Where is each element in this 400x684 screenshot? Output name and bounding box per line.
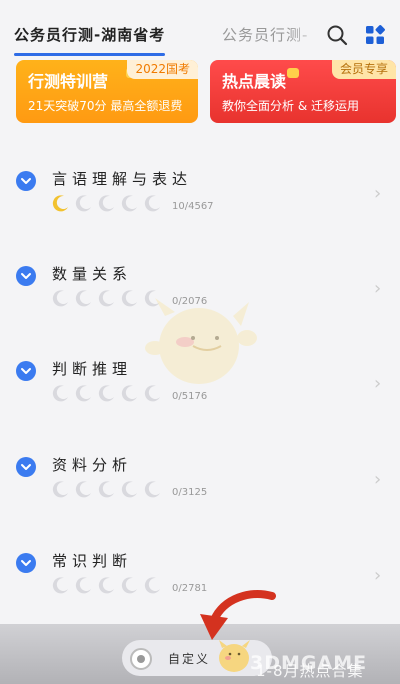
moon-icon	[98, 481, 114, 498]
moon-icon	[121, 195, 137, 212]
banner-tag: 会员专享	[331, 60, 396, 79]
tab-fade	[290, 18, 324, 46]
moon-icon	[75, 385, 91, 402]
banner-subtitle: 教你全面分析 & 迁移运用	[222, 99, 359, 113]
chapter-title: 判断推理	[52, 360, 133, 378]
moon-icon	[98, 577, 114, 594]
chapter-row[interactable]: 资料分析 0/3125 ›	[0, 451, 400, 511]
moon-icon	[98, 385, 114, 402]
chevron-right-icon[interactable]: ›	[374, 183, 381, 204]
tab-hunan-exam[interactable]: 公务员行测-湖南省考	[14, 24, 166, 56]
moon-icon	[75, 481, 91, 498]
chevron-right-icon[interactable]: ›	[374, 469, 381, 490]
expand-button[interactable]	[16, 553, 36, 573]
chevron-down-icon	[21, 464, 31, 470]
moon-icon	[144, 481, 160, 498]
moon-icon	[98, 290, 114, 307]
mascot-illustration	[145, 298, 257, 384]
red-arrow-annotation	[200, 590, 276, 640]
moon-icon	[121, 385, 137, 402]
chapter-title: 言语理解与表达	[52, 170, 193, 188]
chapter-title: 数量关系	[52, 265, 133, 283]
moon-icon	[75, 290, 91, 307]
moon-icon	[52, 577, 68, 594]
watermark-logo: 3DMGAME	[250, 652, 368, 674]
progress-count: 0/5176	[172, 391, 208, 402]
chevron-right-icon[interactable]: ›	[374, 373, 381, 394]
progress-moons	[52, 194, 162, 212]
expand-button[interactable]	[16, 457, 36, 477]
moon-icon	[121, 290, 137, 307]
grid-menu-button[interactable]	[362, 22, 388, 48]
chevron-down-icon	[21, 273, 31, 279]
banner-morning-reading[interactable]: 热点晨读 会员专享 教你全面分析 & 迁移运用	[210, 60, 396, 123]
expand-button[interactable]	[16, 171, 36, 191]
banner-title: 热点晨读	[222, 72, 287, 91]
moon-icon	[98, 195, 114, 212]
chapter-title: 常识判断	[52, 552, 133, 570]
moon-icon	[121, 577, 137, 594]
banner-subtitle: 21天突破70分 最高全额退费	[28, 99, 183, 113]
moon-icon	[52, 195, 68, 212]
top-tab-bar: 公务员行测-湖南省考 公务员行测-	[0, 0, 400, 58]
moon-icon	[75, 577, 91, 594]
chevron-right-icon[interactable]: ›	[374, 565, 381, 586]
search-icon	[327, 25, 348, 46]
expand-button[interactable]	[16, 361, 36, 381]
expand-button[interactable]	[16, 266, 36, 286]
moon-icon	[52, 290, 68, 307]
moon-icon	[52, 481, 68, 498]
grid-menu-icon	[366, 25, 385, 44]
chevron-down-icon	[21, 560, 31, 566]
banner-tag: 2022国考	[127, 60, 198, 79]
chapter-title: 资料分析	[52, 456, 133, 474]
moon-icon	[144, 577, 160, 594]
progress-count: 10/4567	[172, 201, 214, 212]
search-button[interactable]	[324, 22, 350, 48]
moon-icon	[52, 385, 68, 402]
chevron-down-icon	[21, 178, 31, 184]
chat-bubble-icon	[287, 68, 299, 78]
moon-icon	[121, 481, 137, 498]
progress-moons	[52, 480, 162, 498]
moon-icon	[144, 195, 160, 212]
chevron-right-icon[interactable]: ›	[374, 278, 381, 299]
progress-count: 0/3125	[172, 487, 208, 498]
chapter-row[interactable]: 言语理解与表达 10/4567 ›	[0, 165, 400, 225]
progress-moons	[52, 576, 162, 594]
moon-icon	[75, 195, 91, 212]
banner-title: 行测特训营	[28, 72, 109, 91]
banner-training-camp[interactable]: 行测特训营 2022国考 21天突破70分 最高全额退费	[16, 60, 198, 123]
chevron-down-icon	[21, 368, 31, 374]
record-icon	[130, 648, 152, 670]
